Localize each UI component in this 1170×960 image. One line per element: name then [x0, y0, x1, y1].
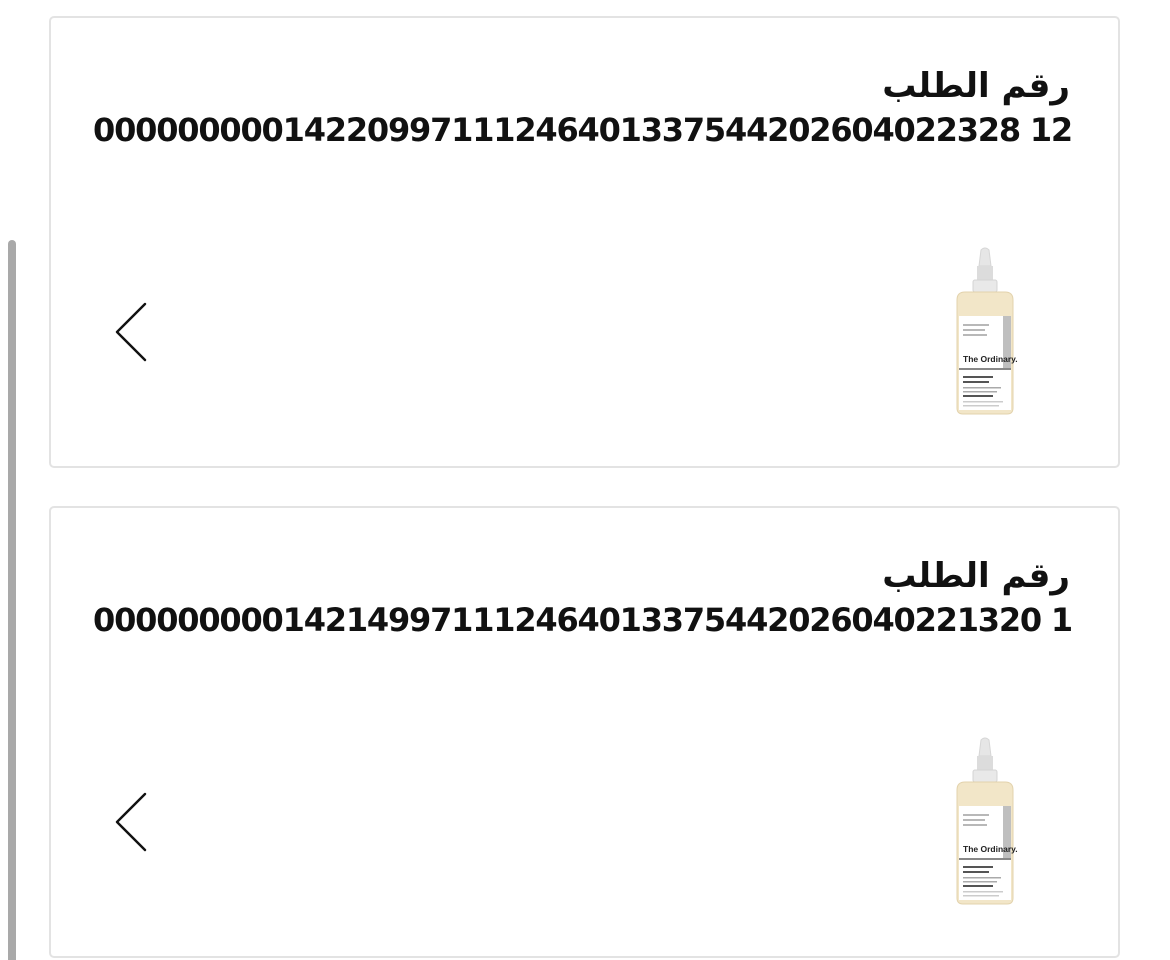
- order-card[interactable]: رقم الطلب 000000000142209971112464013375…: [49, 16, 1120, 468]
- order-number-value: 0000000001421499711124640133754420260402…: [93, 601, 1073, 639]
- chevron-left-icon[interactable]: [109, 788, 149, 856]
- product-image: The Ordinary.: [947, 246, 1023, 420]
- scrollbar-thumb[interactable]: [8, 240, 16, 960]
- chevron-left-icon[interactable]: [109, 298, 149, 366]
- order-card[interactable]: رقم الطلب 000000000142149971112464013375…: [49, 506, 1120, 958]
- scrollbar[interactable]: [0, 0, 20, 960]
- order-number-label: رقم الطلب: [882, 66, 1070, 106]
- order-number-label: رقم الطلب: [882, 556, 1070, 596]
- orders-page: رقم الطلب 000000000142209971112464013375…: [0, 0, 1170, 960]
- product-brand-text: The Ordinary.: [963, 844, 1018, 854]
- order-number-value: 0000000001422099711124640133754420260402…: [93, 111, 1073, 149]
- product-image: The Ordinary.: [947, 736, 1023, 910]
- product-brand-text: The Ordinary.: [963, 354, 1018, 364]
